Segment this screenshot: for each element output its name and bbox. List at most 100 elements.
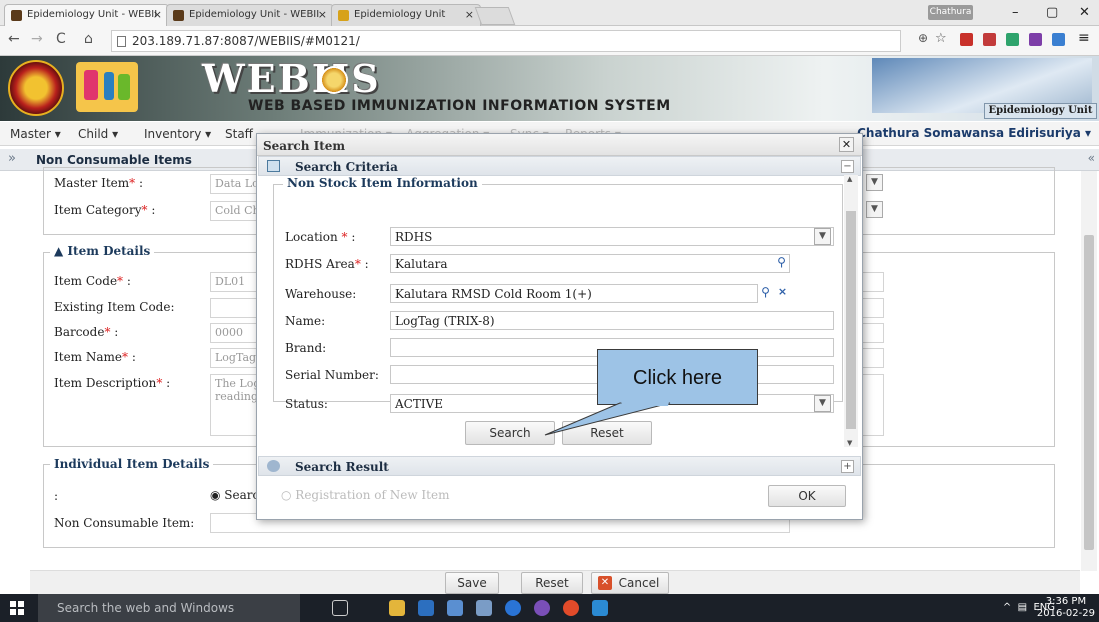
onenote-icon[interactable] — [1029, 33, 1042, 46]
chevron-down-icon[interactable]: ▼ — [814, 228, 831, 245]
expand-icon[interactable]: + — [841, 460, 854, 473]
network-icon[interactable] — [447, 600, 463, 616]
close-tab-icon[interactable]: × — [318, 8, 327, 21]
ok-button[interactable]: OK — [768, 485, 846, 507]
save-button[interactable]: Save — [445, 572, 499, 594]
forward-icon[interactable]: → — [31, 31, 43, 47]
menu-icon[interactable]: ≡ — [1078, 30, 1090, 46]
task-view-icon[interactable] — [332, 600, 348, 616]
dialog-titlebar[interactable]: Search Item ✕ — [257, 134, 862, 156]
panel-title: Non Consumable Items — [36, 153, 192, 167]
non-consumable-item-label: Non Consumable Item: — [54, 516, 195, 530]
scrollbar-thumb[interactable] — [846, 211, 856, 429]
new-tab-button[interactable] — [474, 7, 516, 25]
item-description-label: Item Description* : — [54, 376, 171, 390]
file-explorer-icon[interactable] — [389, 600, 405, 616]
search-icon[interactable]: ⚲ — [757, 284, 774, 301]
home-icon[interactable]: ⌂ — [84, 31, 93, 47]
collapse-icon[interactable]: − — [841, 160, 854, 173]
rdhs-area-field[interactable]: Kalutara — [390, 254, 790, 273]
r-app-icon[interactable] — [505, 600, 521, 616]
search-result-header[interactable]: Search Result + — [258, 456, 861, 476]
app-subtitle: WEB BASED IMMUNIZATION INFORMATION SYSTE… — [248, 98, 671, 114]
back-icon[interactable]: ← — [8, 31, 20, 47]
clock-date: 2016-02-29 — [1036, 608, 1095, 619]
dialog-title: Search Item — [263, 139, 346, 153]
user-menu[interactable]: Chathura Somawansa Edirisuriya ▾ — [857, 126, 1091, 140]
browser-tab-1[interactable]: Epidemiology Unit - WEBII × — [4, 4, 169, 26]
item-details-legend[interactable]: ▲ Item Details — [50, 244, 155, 258]
scroll-up-icon[interactable]: ▲ — [847, 175, 852, 183]
bookmark-star-icon[interactable]: ☆ — [935, 31, 947, 46]
menu-staff[interactable]: Staff — [225, 127, 253, 141]
browser-tab-2[interactable]: Epidemiology Unit - WEBII × — [166, 4, 334, 26]
windows-start-icon[interactable] — [10, 601, 24, 615]
name-input[interactable]: LogTag (TRIX-8) — [390, 311, 834, 330]
gmail-icon[interactable] — [983, 33, 996, 46]
viber-icon[interactable] — [534, 600, 550, 616]
close-tab-icon[interactable]: × — [153, 8, 162, 21]
existing-item-code-label: Existing Item Code: — [54, 300, 175, 314]
search-radio[interactable]: ◉ Searc — [210, 488, 259, 502]
cancel-button[interactable]: ✕ Cancel — [591, 572, 669, 594]
scrollbar-thumb[interactable] — [1084, 235, 1094, 550]
sri-lanka-emblem-logo — [8, 60, 64, 116]
reload-icon[interactable]: C — [56, 31, 66, 47]
menu-master[interactable]: Master ▾ — [10, 127, 61, 141]
menu-child[interactable]: Child ▾ — [78, 127, 118, 141]
store-icon[interactable] — [418, 600, 434, 616]
chevron-down-icon[interactable]: ▼ — [814, 395, 831, 412]
close-window-icon[interactable]: ✕ — [1079, 5, 1090, 20]
serial-number-label: Serial Number: — [285, 368, 379, 382]
reset-button[interactable]: Reset — [521, 572, 583, 594]
search-criteria-header[interactable]: Search Criteria − — [258, 156, 861, 176]
warehouse-field[interactable]: Kalutara RMSD Cold Room 1(+) — [390, 284, 758, 303]
app-title: WEBIIS — [202, 56, 381, 101]
item-category-dropdown-icon[interactable]: ▼ — [866, 201, 883, 218]
collapse-icon[interactable]: « — [1088, 151, 1095, 165]
clear-icon[interactable]: × — [775, 285, 790, 300]
scroll-down-icon[interactable]: ▼ — [847, 439, 852, 447]
label-text: RDHS Area — [285, 257, 355, 271]
extension-red-icon[interactable] — [960, 33, 973, 46]
browser-user-chip[interactable]: Chathura — [928, 5, 973, 20]
notification-icon[interactable]: ▤ — [1018, 602, 1027, 613]
location-select[interactable]: RDHS — [390, 227, 834, 246]
taskbar-search-input[interactable]: Search the web and Windows — [38, 594, 300, 622]
sway-icon[interactable] — [592, 600, 608, 616]
close-icon[interactable]: ✕ — [839, 137, 854, 152]
menu-inventory[interactable]: Inventory ▾ — [144, 127, 211, 141]
people-icon[interactable] — [476, 600, 492, 616]
panel-scrollbar[interactable] — [1081, 171, 1097, 571]
chrome-icon[interactable] — [563, 600, 579, 616]
extension-blue-icon[interactable] — [1052, 33, 1065, 46]
tab-label: Epidemiology Unit — [354, 9, 446, 20]
browser-tab-3[interactable]: Epidemiology Unit × — [331, 4, 481, 26]
cancel-label: Cancel — [618, 576, 660, 590]
warehouse-label: Warehouse: — [285, 287, 357, 301]
maximize-icon[interactable]: ▢ — [1046, 5, 1058, 20]
registration-radio[interactable]: ○ Registration of New Item — [281, 488, 449, 502]
menu-label: Inventory — [144, 127, 202, 141]
master-item-dropdown-icon[interactable]: ▼ — [866, 174, 883, 191]
barcode-label: Barcode* : — [54, 325, 119, 339]
menu-label: Master — [10, 127, 51, 141]
taskbar-clock[interactable]: 3:36 PM 2016-02-29 — [1037, 596, 1095, 620]
minimize-icon[interactable]: – — [1012, 5, 1019, 20]
page-icon — [117, 36, 126, 47]
brand-label: Brand: — [285, 341, 327, 355]
name-label: Name: — [285, 314, 326, 328]
rdhs-area-label: RDHS Area* : — [285, 257, 369, 271]
search-icon[interactable]: ⚲ — [773, 254, 790, 271]
extension-green-icon[interactable] — [1006, 33, 1019, 46]
zoom-icon[interactable]: ⊕ — [918, 31, 928, 45]
dialog-scrollbar[interactable]: ▲ ▼ — [844, 175, 858, 447]
label-text: Item Category — [54, 203, 142, 217]
url-input[interactable]: 203.189.71.87:8087/WEBIIS/#M0121/ — [111, 30, 901, 52]
menu-label: Child — [78, 127, 109, 141]
status-label: Status: — [285, 397, 328, 411]
tray-chevron-icon[interactable]: ^ — [1003, 602, 1011, 613]
close-tab-icon[interactable]: × — [465, 8, 474, 21]
non-stock-item-legend: Non Stock Item Information — [283, 176, 482, 190]
expand-icon[interactable]: » — [8, 151, 16, 166]
